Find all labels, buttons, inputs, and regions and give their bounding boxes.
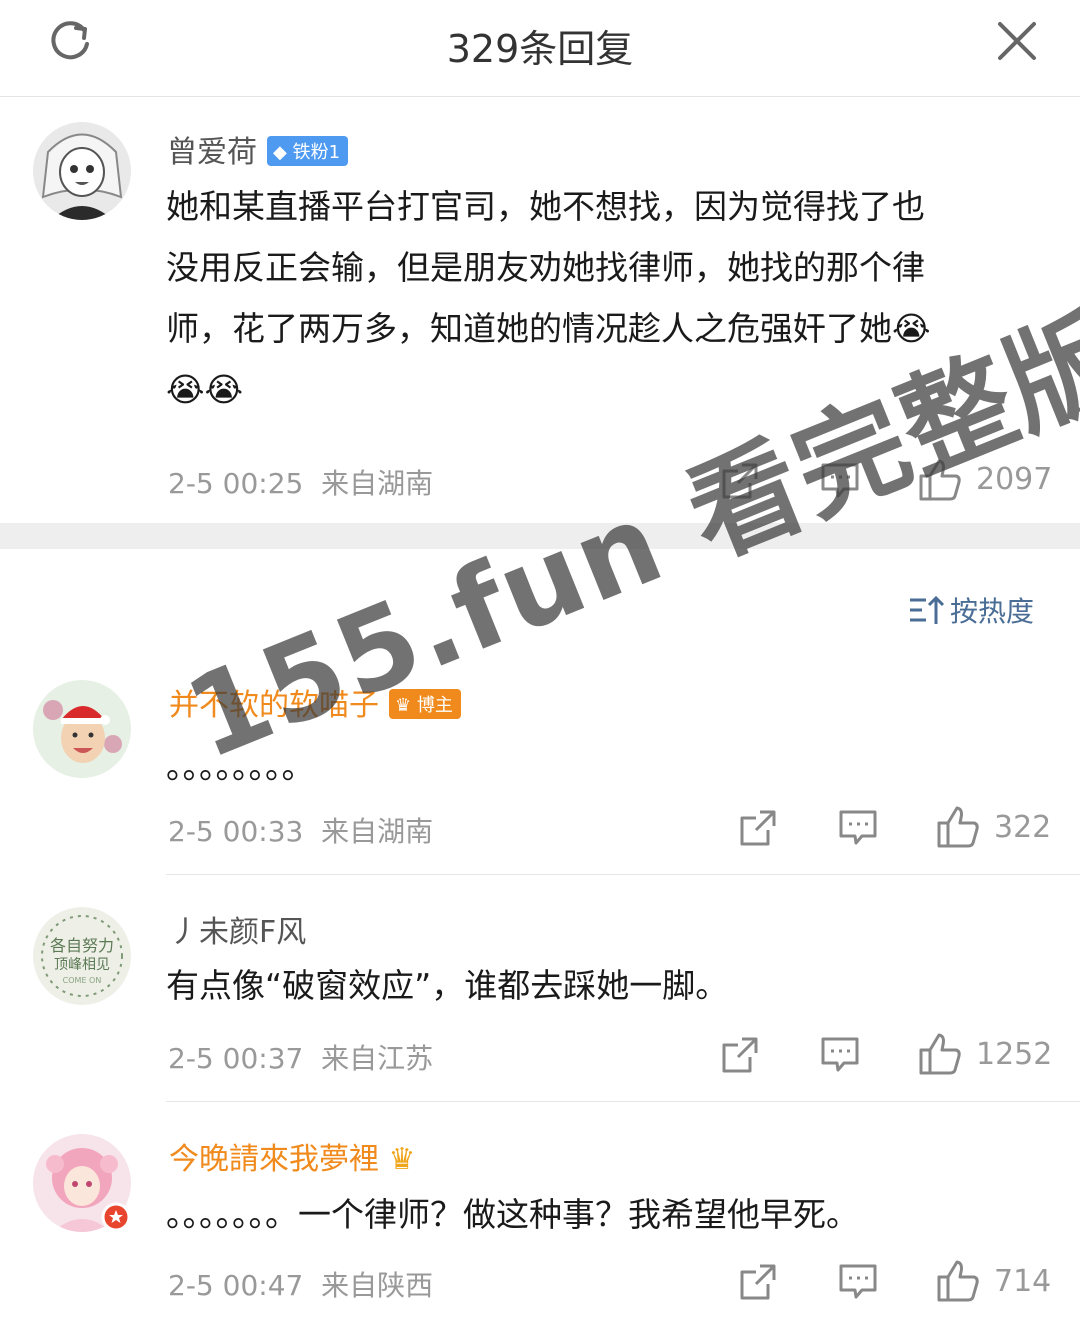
avatar[interactable] — [33, 122, 131, 220]
main-comment-meta: 2-5 00:25 来自湖南 — [168, 467, 434, 500]
svg-text:顶峰相见: 顶峰相见 — [54, 957, 110, 973]
avatar[interactable]: 各自努力 顶峰相见 COME ON — [33, 907, 131, 1005]
svg-text:COME ON: COME ON — [63, 976, 102, 985]
comment-icon[interactable] — [838, 808, 878, 848]
reply-text: 有点像“破窗效应”，谁都去踩她一脚。 — [166, 966, 729, 1005]
close-icon[interactable] — [994, 18, 1040, 64]
reply-meta: 2-5 00:47 来自陕西 — [168, 1269, 434, 1302]
divider — [166, 1101, 1080, 1102]
like-icon[interactable] — [936, 1259, 980, 1303]
verified-badge-icon — [101, 1202, 131, 1232]
like-count: 714 — [994, 1264, 1052, 1299]
crown-icon: ♛ — [388, 1142, 416, 1177]
reply-meta: 2-5 00:37 来自江苏 — [168, 1042, 434, 1075]
share-icon[interactable] — [738, 1262, 778, 1302]
like-count: 322 — [994, 810, 1052, 845]
like-count: 1252 — [976, 1037, 1053, 1072]
svg-text:各自努力: 各自努力 — [50, 936, 114, 955]
like-icon[interactable] — [918, 1032, 962, 1076]
sort-icon — [910, 595, 945, 624]
like-icon[interactable] — [936, 805, 980, 849]
comment-icon[interactable] — [838, 1262, 878, 1302]
divider — [166, 874, 1080, 875]
page-title: 329条回复 — [446, 27, 634, 71]
reply-meta: 2-5 00:33 来自湖南 — [168, 815, 434, 848]
main-comment-username[interactable]: 曾爱荷 ◆ 铁粉1 — [167, 127, 349, 171]
diamond-icon: ◆ — [273, 141, 287, 163]
share-icon[interactable] — [720, 1035, 760, 1075]
reply-username[interactable]: 丿未颜F风 — [169, 907, 306, 951]
fan-badge: ◆ 铁粉1 — [267, 135, 349, 166]
comment-icon[interactable] — [820, 1035, 860, 1075]
reply-text: 。。。。。。。一个律师？做这种事？我希望他早死。 — [166, 1195, 859, 1234]
reply-username[interactable]: 今晚請來我夢裡 ♛ — [169, 1134, 415, 1178]
sort-button[interactable]: 按热度 — [908, 590, 1034, 630]
top-bar: 329条回复 — [0, 0, 1080, 97]
avatar[interactable] — [33, 680, 131, 778]
share-icon[interactable] — [738, 808, 778, 848]
